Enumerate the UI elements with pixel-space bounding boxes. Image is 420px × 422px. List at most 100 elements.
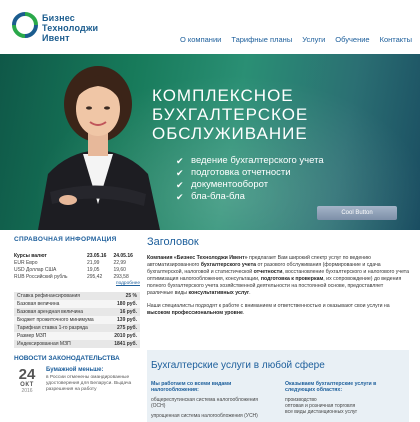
list-item: Тарифная ставка 1-го разряда 275 руб. xyxy=(14,324,140,332)
service-areas-heading: Оказываем бухгалтерские услуги в следующ… xyxy=(285,381,377,393)
list-item: Ставка рефинансирования 25 % xyxy=(14,292,140,300)
hero-banner: КОМПЛЕКСНОЕ БУХГАЛТЕРСКОЕ ОБСЛУЖИВАНИЕ ✔… xyxy=(0,54,420,230)
services-panel: Бухгалтерские услуги в любой сфере Мы ра… xyxy=(147,350,409,422)
rate-currency: EUR Евро xyxy=(14,259,38,266)
exchange-rates-table: Курсы валют 23.05.16 24.05.16 EUR Евро 2… xyxy=(14,252,140,280)
stat-label: Бюджет прожиточного минимума xyxy=(17,317,94,323)
rate-value: 295,42 xyxy=(86,273,103,280)
stat-label: Тарифная ставка 1-го разряда xyxy=(17,325,88,331)
news-year: 2016 xyxy=(21,388,33,394)
stat-label: Размер МЗП xyxy=(17,333,47,339)
hero-bullet-text: подготовка отчетности xyxy=(191,167,291,178)
rates-more-link[interactable]: подробнее xyxy=(14,281,140,286)
list-item: все виды дистанционных услуг xyxy=(285,409,358,415)
company-name[interactable]: Бизнес Технолоджи Ивент xyxy=(42,13,98,43)
hero-bullet: ✔ ведение бухгалтерского учета xyxy=(176,155,324,167)
nav-item-about[interactable]: О компании xyxy=(180,35,221,44)
service-areas-column: Оказываем бухгалтерские услуги в следующ… xyxy=(285,381,405,415)
stat-value: 16 руб. xyxy=(119,309,137,315)
text-span: . xyxy=(242,310,245,316)
stat-label: Базовая величина xyxy=(17,301,60,307)
stat-value: 2010 руб. xyxy=(114,333,137,339)
rates-header-date1: 23.05.16 xyxy=(86,252,107,259)
news-text: в России отменены омандированные удостов… xyxy=(46,375,132,392)
news-day: 24 xyxy=(18,366,36,383)
list-item: Бюджет прожиточного минимума 139 руб. xyxy=(14,316,140,324)
stat-value: 275 руб. xyxy=(117,325,137,331)
list-item: Базовая арендная величина 16 руб. xyxy=(14,308,140,316)
stat-label: Индексированная МЗП xyxy=(17,341,71,347)
rate-value: 21,99 xyxy=(86,259,100,266)
company-name-line2: Технолоджи xyxy=(42,23,99,33)
company-name-line3: Ивент xyxy=(42,33,70,43)
stat-value: 139 руб. xyxy=(117,317,137,323)
bold-span: подготовка к проверкам xyxy=(260,276,324,282)
table-row: USD Доллар США 19,05 19,60 xyxy=(14,266,140,273)
rates-header-currency: Курсы валют xyxy=(14,252,47,259)
rate-currency: RUB Российский рубль xyxy=(14,273,68,280)
news-body: Бумажной меньше: в России отменены оманд… xyxy=(46,367,136,394)
second-paragraph: Наши специалисты подходят к работе с вни… xyxy=(147,303,409,317)
bold-span: бухгалтерского учета xyxy=(200,262,257,268)
services-title: Бухгалтерские услуги в любой сфере xyxy=(151,360,325,371)
checkmark-icon: ✔ xyxy=(176,192,184,202)
rate-value: 19,05 xyxy=(86,266,100,273)
businesswoman-photo xyxy=(38,66,160,230)
hero-title-line1: КОМПЛЕКСНОЕ xyxy=(152,86,294,105)
stat-value: 25 % xyxy=(125,293,137,299)
nav-item-contacts[interactable]: Контакты xyxy=(380,35,412,44)
hero-bullet: ✔ подготовка отчетности xyxy=(176,167,324,179)
checkmark-icon: ✔ xyxy=(176,168,184,178)
news-date: 24 ОКТ 2016 xyxy=(14,367,40,394)
table-row: EUR Евро 21,99 22,99 xyxy=(14,259,140,266)
nav-item-tariffs[interactable]: Тарифные планы xyxy=(231,35,292,44)
rate-value: 22,99 xyxy=(113,259,126,266)
bold-span: отчетности xyxy=(253,269,283,275)
list-item: Индексированная МЗП 1841 руб. xyxy=(14,340,140,348)
nav-item-training[interactable]: Обучение xyxy=(335,35,369,44)
stat-value: 1841 руб. xyxy=(114,341,137,347)
hero-bullet-text: документооборот xyxy=(191,179,269,190)
stat-label: Ставка рефинансирования xyxy=(17,293,81,299)
text-span: Наши специалисты подходят к работе с вни… xyxy=(147,303,390,309)
news-headline[interactable]: Бумажной меньше: xyxy=(46,367,136,373)
company-logo-icon[interactable] xyxy=(12,12,38,38)
news-item[interactable]: 24 ОКТ 2016 Бумажной меньше: в России от… xyxy=(14,367,140,394)
company-name-bold: Компания «Бизнес Технолоджи Ивент» xyxy=(147,255,248,261)
list-item: Базовая величина 180 руб. xyxy=(14,300,140,308)
reference-info-title: СПРАВОЧНАЯ ИНФОРМАЦИЯ xyxy=(14,236,117,243)
stats-list: Ставка рефинансирования 25 % Базовая вели… xyxy=(14,292,140,348)
list-item: упрощенная система налогообложения (УСН) xyxy=(151,413,258,419)
checkmark-icon: ✔ xyxy=(176,156,184,166)
sidebar: СПРАВОЧНАЯ ИНФОРМАЦИЯ Курсы валют 23.05.… xyxy=(14,236,140,394)
hero-bullet: ✔ бла-бла-бла xyxy=(176,191,324,203)
tax-systems-column: Мы работаем со всеми видами налогообложе… xyxy=(151,381,271,419)
nav-item-services[interactable]: Услуги xyxy=(302,35,325,44)
hero-bullet-list: ✔ ведение бухгалтерского учета ✔ подготовк… xyxy=(176,155,324,203)
stat-label: Базовая арендная величина xyxy=(17,309,84,315)
checkmark-icon: ✔ xyxy=(176,180,184,190)
stat-value: 180 руб. xyxy=(117,301,137,307)
table-header-row: Курсы валют 23.05.16 24.05.16 xyxy=(14,252,140,259)
rate-currency: USD Доллар США xyxy=(14,266,57,273)
bold-span: высоком профессиональном уровне xyxy=(147,310,243,316)
list-item: Размер МЗП 2010 руб. xyxy=(14,332,140,340)
tax-systems-heading: Мы работаем со всеми видами налогообложе… xyxy=(151,381,232,393)
rates-header-date2: 24.05.16 xyxy=(113,252,133,259)
text-span: . xyxy=(249,290,251,296)
hero-bullet-text: бла-бла-бла xyxy=(191,191,245,202)
hero-title-line2: БУХГАЛТЕРСКОЕ xyxy=(152,105,309,124)
bold-span: консультативных услуг xyxy=(188,290,250,296)
intro-paragraph: Компания «Бизнес Технолоджи Ивент» предл… xyxy=(147,255,409,297)
table-row: RUB Российский рубль 295,42 293,58 xyxy=(14,273,140,280)
main-content: Заголовок Компания «Бизнес Технолоджи Ив… xyxy=(147,236,409,317)
rate-value: 293,58 xyxy=(113,273,129,280)
content-heading: Заголовок xyxy=(147,236,199,248)
hero-bullet-text: ведение бухгалтерского учета xyxy=(191,155,324,166)
main-nav: О компании Тарифные планы Услуги Обучени… xyxy=(180,35,412,44)
hero-bullet: ✔ документооборот xyxy=(176,179,324,191)
cool-button[interactable]: Cool Button xyxy=(317,206,397,220)
news-section-title: НОВОСТИ ЗАКОНОДАТЕЛЬСТВА xyxy=(14,355,120,362)
rate-value: 19,60 xyxy=(113,266,126,273)
hero-title-line3: ОБСЛУЖИВАНИЕ xyxy=(152,124,308,143)
